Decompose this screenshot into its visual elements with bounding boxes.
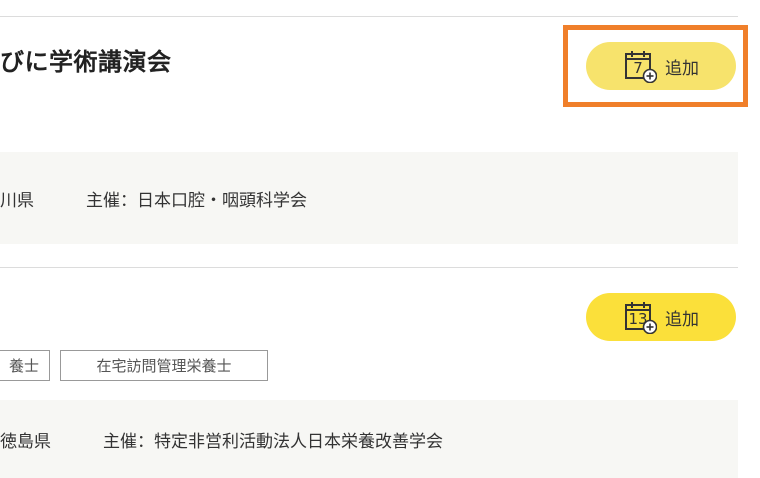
section-divider <box>0 16 738 17</box>
calendar-add-icon: 7 <box>623 49 657 83</box>
event-organizer: 主催：日本口腔・咽頭科学会 <box>86 190 307 211</box>
event-organizer: 主催：特定非営利活動法人日本栄養改善学会 <box>103 431 443 452</box>
qualification-tag: 養士 <box>0 350 50 381</box>
event-prefecture: 徳島県 <box>0 431 51 452</box>
event-info-box: 川県 主催：日本口腔・咽頭科学会 <box>0 152 738 244</box>
calendar-day: 13 <box>628 310 648 328</box>
add-button-label: 追加 <box>665 58 699 79</box>
event-prefecture: 川県 <box>0 190 34 211</box>
qualification-tag: 在宅訪問管理栄養士 <box>60 350 268 381</box>
calendar-add-icon: 13 <box>623 300 657 334</box>
section-divider <box>0 267 738 268</box>
add-button-label: 追加 <box>665 309 699 330</box>
add-to-calendar-button[interactable]: 13 追加 <box>586 293 736 341</box>
calendar-day: 7 <box>633 59 643 77</box>
event-title[interactable]: びに学術講演会 <box>0 42 172 77</box>
add-to-calendar-button[interactable]: 7 追加 <box>586 42 736 90</box>
event-info-box: 徳島県 主催：特定非営利活動法人日本栄養改善学会 <box>0 400 738 478</box>
